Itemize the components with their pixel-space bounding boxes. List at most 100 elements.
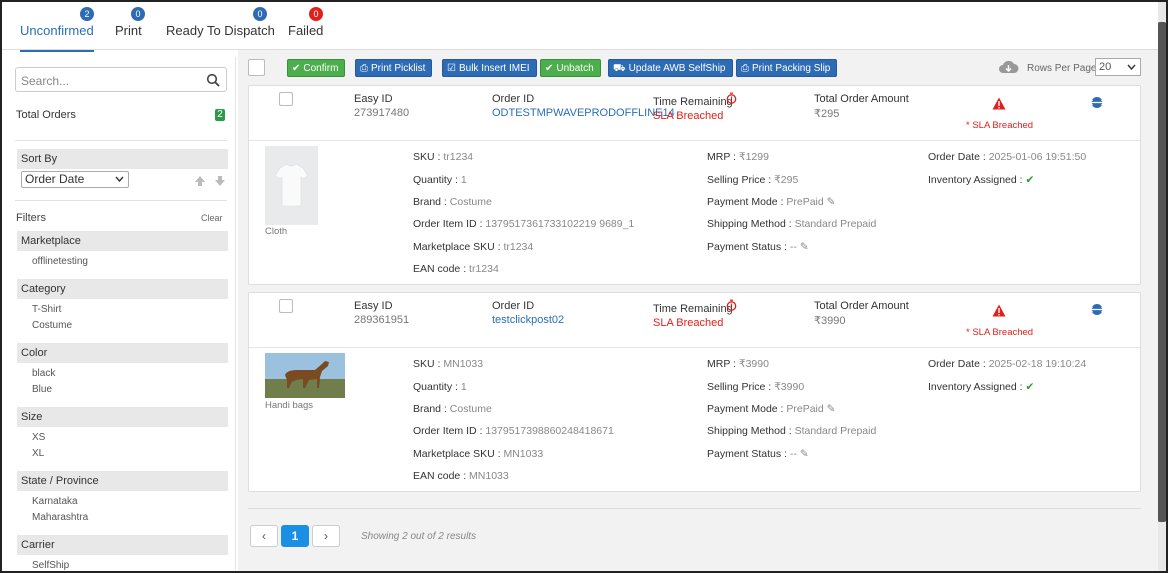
- check-circle-icon: ✔: [545, 63, 554, 74]
- time-remaining-label: Time Remaining: [653, 96, 733, 108]
- product-label: Cloth: [265, 226, 288, 237]
- filter-option[interactable]: black: [32, 368, 55, 379]
- print-packing-slip-button[interactable]: ⎙ Print Packing Slip: [736, 59, 838, 77]
- order-id-link[interactable]: testclickpost02: [492, 314, 564, 326]
- sla-status: SLA Breached: [653, 110, 724, 122]
- button-label: Confirm: [303, 63, 339, 74]
- selling-price-value: ₹295: [774, 174, 799, 186]
- selling-price-label: Selling Price :: [707, 381, 772, 393]
- payment-status-label: Payment Status :: [707, 241, 787, 253]
- swap-arrows-icon[interactable]: [1089, 303, 1105, 316]
- order-checkbox[interactable]: [279, 92, 293, 106]
- previous-page-button[interactable]: ‹: [250, 525, 278, 547]
- filter-option[interactable]: Blue: [32, 384, 52, 395]
- filter-option[interactable]: T-Shirt: [32, 304, 61, 315]
- search-icon[interactable]: [206, 73, 220, 87]
- brand-value: Costume: [449, 403, 492, 415]
- quantity-value: 1: [460, 381, 467, 393]
- filter-option[interactable]: Costume: [32, 320, 72, 331]
- tshirt-image: [274, 163, 309, 207]
- app-frame: Unconfirmed 2 Print 0 Ready To Dispatch …: [0, 0, 1168, 573]
- tab-count-badge: 0: [309, 7, 323, 21]
- divider: [15, 200, 227, 201]
- payment-mode-value: PrePaid: [786, 403, 824, 415]
- order-id-label: Order ID: [492, 300, 535, 312]
- chevron-down-icon: [115, 176, 124, 182]
- confirm-button[interactable]: ✔ Confirm: [287, 59, 346, 77]
- tab-bar: Unconfirmed 2 Print 0 Ready To Dispatch …: [2, 2, 1162, 52]
- filter-option[interactable]: offlinetesting: [32, 256, 88, 267]
- print-picklist-button[interactable]: ⎙ Print Picklist: [355, 59, 433, 77]
- cloud-download-icon[interactable]: [998, 59, 1019, 75]
- tab-print[interactable]: Print: [115, 23, 142, 50]
- total-amount-value: ₹295: [814, 108, 840, 120]
- tab-ready-to-dispatch[interactable]: Ready To Dispatch: [166, 23, 275, 50]
- filter-option[interactable]: SelfShip: [32, 560, 69, 571]
- sort-by-value: Order Date: [25, 172, 85, 186]
- sku-label: SKU :: [413, 358, 441, 370]
- pencil-icon[interactable]: ✎: [800, 448, 809, 460]
- pencil-icon[interactable]: ✎: [800, 241, 809, 253]
- order-item-id-label: Order Item ID :: [413, 218, 483, 230]
- page-1-button[interactable]: 1: [281, 525, 309, 547]
- sort-ascending-icon[interactable]: [194, 175, 206, 187]
- filter-section-state[interactable]: State / Province: [17, 471, 228, 491]
- button-label: Print Packing Slip: [752, 63, 831, 74]
- order-id-label: Order ID: [492, 93, 535, 105]
- product-label: Handi bags: [265, 400, 314, 411]
- sla-status: SLA Breached: [653, 317, 724, 329]
- sort-by-select[interactable]: Order Date: [21, 171, 129, 188]
- filter-option[interactable]: Maharashtra: [32, 512, 88, 523]
- next-page-button[interactable]: ›: [312, 525, 340, 547]
- check-circle-icon: ✔: [292, 63, 301, 74]
- bulk-insert-imei-button[interactable]: ☑ Bulk Insert IMEI: [442, 59, 537, 77]
- truck-icon: ⛟: [613, 63, 626, 74]
- pencil-icon[interactable]: ✎: [827, 403, 836, 415]
- order-item-id-value: 1379517398860248418671: [485, 425, 614, 437]
- selling-price-label: Selling Price :: [707, 174, 772, 186]
- warning-icon: [992, 97, 1006, 110]
- swap-arrows-icon[interactable]: [1089, 96, 1105, 109]
- clear-filters-link[interactable]: Clear: [201, 213, 223, 223]
- total-amount-label: Total Order Amount: [814, 300, 909, 312]
- orders-panel: ✔ Confirm ⎙ Print Picklist ☑ Bulk Insert IM…: [238, 50, 1162, 571]
- payment-status-value: --: [789, 241, 797, 253]
- rows-per-page-select[interactable]: 20: [1095, 58, 1141, 76]
- order-checkbox[interactable]: [279, 299, 293, 313]
- order-item-id-value: 1379517361733102219 9689_1: [485, 218, 635, 230]
- stopwatch-icon: [726, 299, 737, 311]
- filter-section-category[interactable]: Category: [17, 279, 228, 299]
- tab-unconfirmed[interactable]: Unconfirmed: [20, 23, 94, 52]
- pencil-icon[interactable]: ✎: [827, 196, 836, 208]
- filter-option[interactable]: XS: [32, 432, 45, 443]
- sort-descending-icon[interactable]: [214, 175, 226, 187]
- sku-value: MN1033: [443, 358, 484, 370]
- product-image: [265, 146, 318, 225]
- scrollbar[interactable]: [1158, 2, 1166, 571]
- order-item-id-label: Order Item ID :: [413, 425, 483, 437]
- order-id-link[interactable]: ODTESTMPWAVEPRODOFFLINE14: [492, 107, 675, 119]
- button-label: Bulk Insert IMEI: [458, 63, 530, 74]
- unbatch-button[interactable]: ✔ Unbatch: [540, 59, 601, 77]
- filter-section-color[interactable]: Color: [17, 343, 228, 363]
- search-input[interactable]: Search...: [15, 67, 227, 92]
- scrollbar-thumb[interactable]: [1158, 22, 1166, 522]
- filter-option[interactable]: Karnataka: [32, 496, 78, 507]
- quantity-label: Quantity :: [413, 174, 458, 186]
- select-all-checkbox[interactable]: [248, 59, 265, 76]
- horse-image: [265, 353, 345, 398]
- tab-failed[interactable]: Failed: [288, 23, 323, 50]
- printer-icon: ⎙: [741, 63, 749, 74]
- filter-section-carrier[interactable]: Carrier: [17, 535, 228, 555]
- update-awb-selfship-button[interactable]: ⛟ Update AWB SelfShip: [608, 59, 733, 77]
- marketplace-sku-label: Marketplace SKU :: [413, 448, 501, 460]
- rows-per-page-label: Rows Per Page: [1027, 63, 1097, 74]
- order-card: Easy ID 273917480 Order ID ODTESTMPWAVEP…: [248, 85, 1141, 285]
- filter-section-size[interactable]: Size: [17, 407, 228, 427]
- divider: [249, 347, 1140, 348]
- edit-square-icon: ☑: [447, 63, 456, 74]
- divider: [249, 140, 1140, 141]
- filter-sidebar: Search... Total Orders 2 Sort By Order D…: [9, 57, 236, 571]
- filter-section-marketplace[interactable]: Marketplace: [17, 231, 228, 251]
- filter-option[interactable]: XL: [32, 448, 44, 459]
